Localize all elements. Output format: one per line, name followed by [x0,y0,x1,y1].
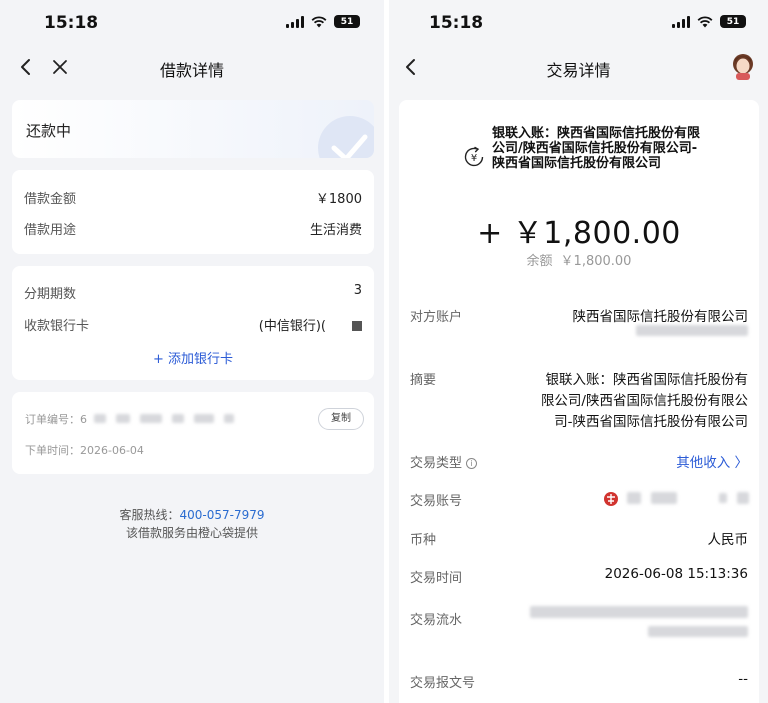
status-time: 15:18 [429,13,484,33]
periods-row: 分期期数 3 [24,283,362,302]
loan-detail-screen: 15:18 51 借款详情 还款中 借款金额 ￥1800 借款用途 生活消费 分… [0,0,384,703]
order-number-label: 订单编号：6 [25,413,87,426]
purpose-label: 借款用途 [24,223,77,238]
masked-card-number [352,321,362,331]
hotline: 客服热线：400-057-7979 [0,506,384,523]
wifi-icon [311,15,327,27]
status-bar: 15:18 51 [0,0,384,48]
masked-account [636,325,748,336]
transaction-card: ¥ 银联入账：陕西省国际信托股份有限公司/陕西省国际信托股份有限公司-陕西省国际… [399,100,759,703]
page-title: 借款详情 [159,61,224,80]
loan-amount-card: 借款金额 ￥1800 借款用途 生活消费 [12,170,374,254]
amount-row: 借款金额 ￥1800 [24,188,362,207]
periods-value: 3 [353,283,362,298]
loan-status-card: 还款中 [12,100,374,158]
yuan-refund-icon: ¥ [464,146,484,167]
time-label: 交易时间 [410,571,463,586]
order-card: 订单编号：6 复制 下单时间：2026-06-04 [12,392,374,474]
hotline-label: 客服热线： [119,508,180,522]
currency-value: 人民币 [707,532,749,548]
summary-label: 摘要 [410,373,437,388]
nav-bar: 借款详情 [0,48,384,88]
avatar-icon[interactable] [730,52,756,80]
status-time: 15:18 [44,13,99,33]
installment-card: 分期期数 3 收款银行卡 (中信银行)( + 添加银行卡 [12,266,374,380]
bank-card-name: (中信银行)( [258,319,326,334]
provider-note: 该借款服务由橙心袋提供 [125,526,258,540]
type-label-text: 交易类型 [410,456,463,471]
copy-button[interactable]: 复制 [318,408,364,430]
loan-status-label: 还款中 [26,122,72,140]
summary-line-1: 银联入账：陕西省国际信托股份有 [545,372,749,388]
time-value: 2026-06-08 15:13:36 [604,566,748,582]
status-icons: 51 [672,15,746,28]
type-value[interactable]: 其他收入 〉 [676,451,748,471]
masked-serial [530,606,748,637]
balance: 余额 ￥1,800.00 [399,250,759,269]
purpose-value: 生活消费 [309,223,362,238]
summary-line-2: 限公司/陕西省国际信托股份有限公 [540,393,748,409]
add-bank-card-link[interactable]: + 添加银行卡 [12,348,374,367]
bank-card-row[interactable]: 收款银行卡 (中信银行)( [24,315,362,334]
account-label: 交易账号 [410,494,463,509]
amount-value: ￥1800 [315,192,362,207]
type-label: 交易类型 i [410,452,478,471]
masked-order-number [94,414,234,423]
message-label: 交易报文号 [410,676,476,691]
amount-label: 借款金额 [24,192,77,207]
check-icon [318,116,374,158]
bank-card-value: (中信银行)( [259,315,362,334]
signal-icon [672,15,690,28]
bank-card-label: 收款银行卡 [24,319,90,334]
citic-bank-icon [604,492,618,506]
currency-label: 币种 [410,533,437,548]
status-icons: 51 [286,15,360,28]
transaction-amount: + ￥1,800.00 [477,216,681,251]
order-time: 下单时间：2026-06-04 [25,444,144,457]
hotline-number[interactable]: 400-057-7979 [180,508,265,522]
message-value: -- [738,671,748,687]
counterparty-label: 对方账户 [410,310,463,325]
serial-label: 交易流水 [410,613,463,628]
signal-icon [286,15,304,28]
balance-value: ￥1,800.00 [560,254,632,269]
periods-label: 分期期数 [24,287,77,302]
merchant-name: 银联入账：陕西省国际信托股份有限公司/陕西省国际信托股份有限公司-陕西省国际信托… [492,126,701,171]
battery-icon: 51 [720,15,746,28]
wifi-icon [697,15,713,27]
info-icon[interactable]: i [466,458,478,469]
purpose-row: 借款用途 生活消费 [24,219,362,238]
nav-bar: 交易详情 [389,48,768,88]
balance-label: 余额 [526,254,553,269]
masked-account-number [627,492,749,504]
svg-text:¥: ¥ [471,153,477,164]
page-title: 交易详情 [546,61,611,80]
transaction-detail-screen: 15:18 51 交易详情 ¥ 银联入账：陕西省国际信托股份有限公司/陕西省国际… [389,0,768,703]
status-bar: 15:18 51 [389,0,768,48]
counterparty-value: 陕西省国际信托股份有限公司 [572,309,749,325]
battery-icon: 51 [334,15,360,28]
summary-line-3: 司-陕西省国际信托股份有限公司 [554,414,748,430]
